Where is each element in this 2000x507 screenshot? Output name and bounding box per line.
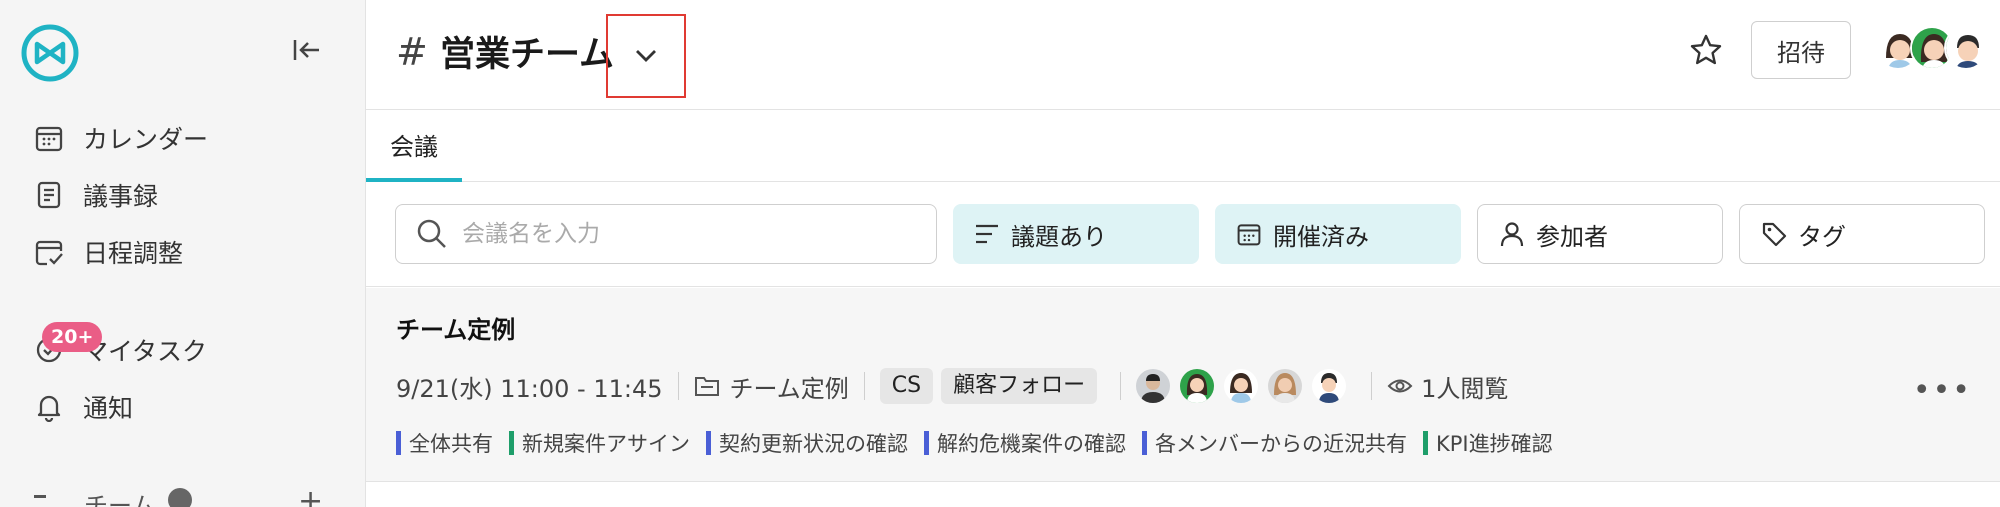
filter-tags[interactable]: タグ	[1739, 204, 1985, 264]
agenda-item: 契約更新状況の確認	[706, 428, 908, 458]
divider	[863, 372, 865, 400]
agenda-item: 全体共有	[396, 428, 493, 458]
document-icon	[32, 178, 66, 212]
meeting-title: チーム定例	[396, 316, 516, 344]
sidebar-item-calendar[interactable]: カレンダー	[32, 118, 208, 158]
avatar	[1224, 369, 1259, 403]
filter-bar: 議題あり 開催済み 参加者 タグ	[366, 183, 2000, 287]
more-options-icon[interactable]: •••	[1913, 373, 1972, 408]
meeting-datetime: 9/21(水) 11:00 - 11:45	[396, 374, 663, 403]
avatar	[1944, 26, 1988, 70]
tab-bar: 会議	[366, 111, 2000, 182]
meeting-tag[interactable]: CS	[879, 368, 934, 404]
folder-icon	[694, 374, 720, 398]
meeting-folder: チーム定例	[729, 374, 849, 403]
add-team-icon[interactable]: +	[298, 484, 323, 507]
meeting-tag[interactable]: 顧客フォロー	[941, 368, 1098, 404]
search-input[interactable]	[462, 221, 922, 247]
page-header: # 営業チーム 招待	[366, 0, 2000, 110]
agenda-item: 各メンバーからの近況共有	[1142, 428, 1407, 458]
invite-button[interactable]: 招待	[1751, 21, 1851, 79]
avatar	[1312, 369, 1347, 403]
team-dropdown-button[interactable]	[606, 14, 686, 98]
sidebar-item-label: 日程調整	[83, 239, 184, 268]
agenda-item: 解約危機案件の確認	[924, 428, 1126, 458]
sidebar: カレンダー 議事録 日程調整 20+ マイタスク 通知 チーム +	[0, 0, 366, 507]
avatar	[1136, 369, 1171, 403]
avatar	[1268, 369, 1303, 403]
divider	[1371, 372, 1373, 400]
sidebar-item-label: カレンダー	[83, 125, 209, 154]
app-logo-icon[interactable]	[20, 23, 80, 83]
filter-label: タグ	[1798, 222, 1846, 251]
agenda-item: KPI進捗確認	[1423, 428, 1553, 458]
page-title: 営業チーム	[440, 35, 614, 75]
sidebar-item-scheduling[interactable]: 日程調整	[32, 232, 183, 272]
filter-label: 開催済み	[1273, 222, 1369, 251]
tab-meetings[interactable]: 会議	[366, 111, 462, 182]
bell-icon	[32, 390, 66, 424]
filter-label: 参加者	[1536, 222, 1608, 251]
calendar-icon	[1235, 220, 1263, 248]
hash-icon: #	[396, 30, 428, 74]
list-icon	[973, 220, 1001, 248]
search-icon	[417, 219, 446, 248]
filter-label: 議題あり	[1011, 222, 1107, 251]
collapse-sidebar-icon[interactable]	[289, 35, 325, 65]
filter-has-agenda[interactable]: 議題あり	[953, 204, 1199, 264]
schedule-icon	[32, 235, 66, 269]
member-avatars[interactable]	[1876, 26, 1988, 70]
avatar	[1180, 369, 1215, 403]
meeting-card[interactable]: チーム定例 9/21(水) 11:00 - 11:45 チーム定例 CS 顧客フ…	[366, 288, 2000, 482]
agenda-list: 全体共有 新規案件アサイン 契約更新状況の確認 解約危機案件の確認 各メンバーか…	[396, 428, 1569, 458]
view-count: 1人閲覧	[1421, 374, 1509, 403]
calendar-icon	[32, 121, 66, 155]
filter-held[interactable]: 開催済み	[1215, 204, 1461, 264]
agenda-item: 新規案件アサイン	[509, 428, 690, 458]
sidebar-item-label: 議事録	[83, 182, 159, 211]
filter-participants[interactable]: 参加者	[1477, 204, 1723, 264]
search-box[interactable]	[395, 204, 937, 264]
chevron-down-icon	[636, 50, 656, 62]
meeting-meta: 9/21(水) 11:00 - 11:45 チーム定例 CS 顧客フォロー 1人…	[396, 368, 1508, 404]
divider	[677, 372, 679, 400]
star-icon[interactable]	[1688, 32, 1724, 68]
sidebar-item-notifications[interactable]: 通知	[32, 387, 133, 427]
sidebar-item-label: 通知	[83, 394, 134, 423]
task-count-badge: 20+	[42, 322, 103, 352]
sidebar-team-section[interactable]: チーム +	[34, 484, 334, 507]
divider	[1120, 372, 1122, 400]
sidebar-item-minutes[interactable]: 議事録	[32, 175, 158, 215]
tag-icon	[1760, 220, 1788, 248]
team-section-label: チーム	[84, 492, 156, 507]
person-icon	[1498, 220, 1526, 248]
eye-icon	[1387, 376, 1413, 396]
